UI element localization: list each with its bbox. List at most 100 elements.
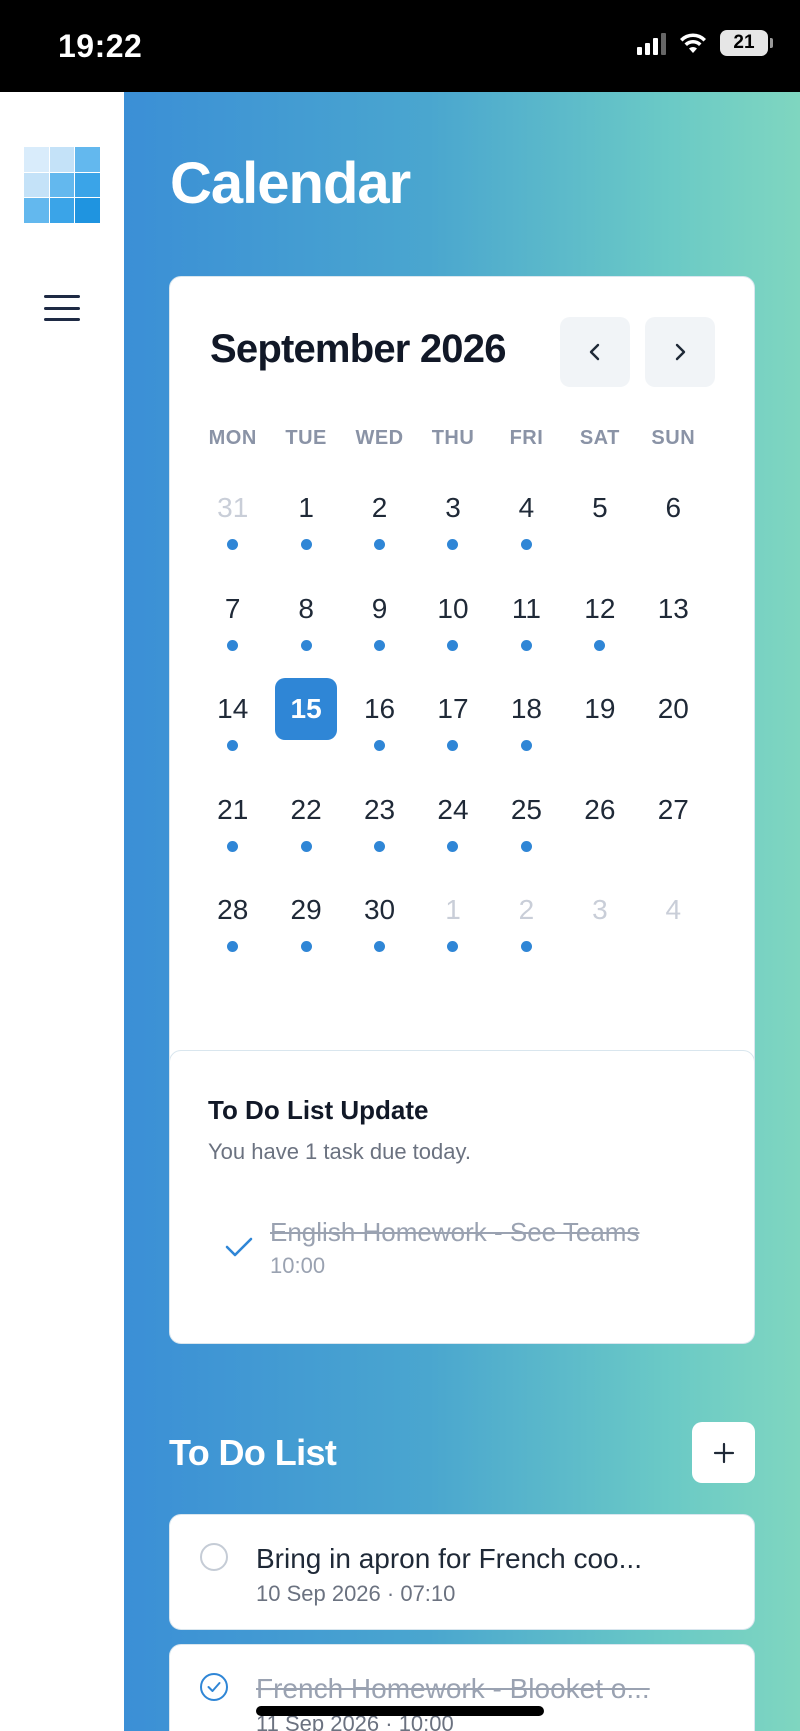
event-dot [300,639,312,651]
event-dot [520,941,532,952]
calendar-day[interactable]: 21 [196,789,269,890]
next-month-button[interactable] [645,317,715,387]
event-dot [520,740,532,751]
day-number: 14 [217,693,249,724]
calendar-day[interactable]: 6 [637,487,710,588]
chevron-right-icon [675,343,686,361]
calendar-day[interactable]: 7 [196,588,269,689]
hamburger-menu-icon[interactable] [42,292,82,324]
battery-level: 21 [733,32,755,53]
day-number: 22 [290,793,322,825]
day-number: 15 [275,678,338,740]
calendar-day[interactable]: 5 [563,487,636,588]
calendar-day[interactable]: 27 [637,789,710,890]
event-dot [447,941,459,952]
event-dot [227,840,239,852]
event-dot [520,539,532,550]
calendar-day[interactable]: 10 [416,588,489,689]
day-number: 9 [371,592,388,624]
home-indicator[interactable] [256,1706,544,1716]
day-number: 12 [584,592,616,624]
calendar-day[interactable]: 14 [196,688,269,789]
main-content: Calendar September 2026 MON TUE WED THU FRI S… [124,92,800,1731]
calendar-day[interactable]: 11 [490,588,563,689]
calendar-day[interactable]: 28 [196,889,269,990]
app-logo[interactable] [24,147,100,223]
task-checkbox-checked[interactable] [200,1673,228,1701]
weekday-label: MON [208,427,257,449]
calendar-day[interactable]: 1 [269,487,342,588]
event-dot [520,840,532,852]
day-number: 18 [510,693,542,724]
calendar-day[interactable]: 8 [269,588,342,689]
calendar-day[interactable]: 31 [196,487,269,588]
day-number: 19 [584,693,616,724]
day-number: 16 [363,693,396,724]
status-icons: 21 [637,30,773,56]
todo-item[interactable]: French Homework - Blooket o... 11 Sep 20… [169,1644,755,1731]
day-number: 28 [217,894,249,925]
day-number: 4 [518,492,535,523]
todo-item[interactable]: Bring in apron for French coo... 10 Sep … [169,1514,755,1630]
event-dot [374,539,386,550]
day-number: 3 [445,492,461,523]
calendar-day[interactable]: 25 [490,789,563,890]
weekday-label: WED [355,427,404,449]
calendar-day[interactable]: 30 [343,889,416,990]
day-number: 3 [592,894,608,925]
sidebar [0,92,124,1731]
day-number: 2 [371,492,388,523]
day-number: 6 [665,492,682,523]
calendar-day[interactable]: 2 [343,487,416,588]
calendar-day[interactable]: 1 [416,889,489,990]
calendar-day[interactable]: 16 [343,688,416,789]
day-number: 1 [298,492,314,523]
calendar-day[interactable]: 19 [563,688,636,789]
event-dot [447,740,459,751]
calendar-day[interactable]: 12 [563,588,636,689]
task-checkbox[interactable] [200,1543,228,1571]
calendar-card: September 2026 MON TUE WED THU FRI SAT SUN 31 1… [169,276,755,1096]
calendar-day[interactable]: 4 [490,487,563,588]
battery-icon: 21 [720,30,773,56]
calendar-day[interactable]: 3 [416,487,489,588]
calendar-day[interactable]: 20 [637,688,710,789]
calendar-day[interactable]: 9 [343,588,416,689]
event-dot [300,840,312,852]
todo-list-title: To Do List [169,1432,337,1473]
event-dot [594,639,606,651]
day-number: 30 [363,894,396,925]
calendar-day[interactable]: 26 [563,789,636,890]
day-number: 7 [224,592,241,624]
event-dot [227,740,239,751]
calendar-day[interactable]: 18 [490,688,563,789]
calendar-day[interactable]: 13 [637,588,710,689]
calendar-day[interactable]: 23 [343,789,416,890]
plus-icon [713,1442,734,1463]
day-number: 13 [657,592,689,624]
calendar-grid: 31 1 2 3 4 5 6 7 8 9 10 11 12 13 14 15 16 17 18 19 20 21 22 23 2… [196,487,710,990]
calendar-day[interactable]: 22 [269,789,342,890]
day-number: 25 [510,793,542,825]
day-number: 27 [657,793,689,825]
event-dot [374,840,386,852]
event-dot [227,941,239,952]
event-dot [520,639,532,651]
event-dot [447,639,459,651]
calendar-day[interactable]: 2 [490,889,563,990]
day-number: 20 [657,693,689,724]
calendar-day[interactable]: 17 [416,688,489,789]
status-time: 19:22 [58,28,143,64]
calendar-day-today[interactable]: 15 [269,678,342,789]
day-number: 26 [584,793,616,825]
add-task-button[interactable] [692,1422,755,1483]
day-number: 8 [298,592,314,624]
calendar-day[interactable]: 29 [269,889,342,990]
signal-icon [637,31,666,55]
calendar-day[interactable]: 3 [563,889,636,990]
previous-month-button[interactable] [560,317,630,387]
calendar-day[interactable]: 24 [416,789,489,890]
day-number: 24 [437,793,469,825]
event-dot [447,539,459,550]
calendar-day[interactable]: 4 [637,889,710,990]
